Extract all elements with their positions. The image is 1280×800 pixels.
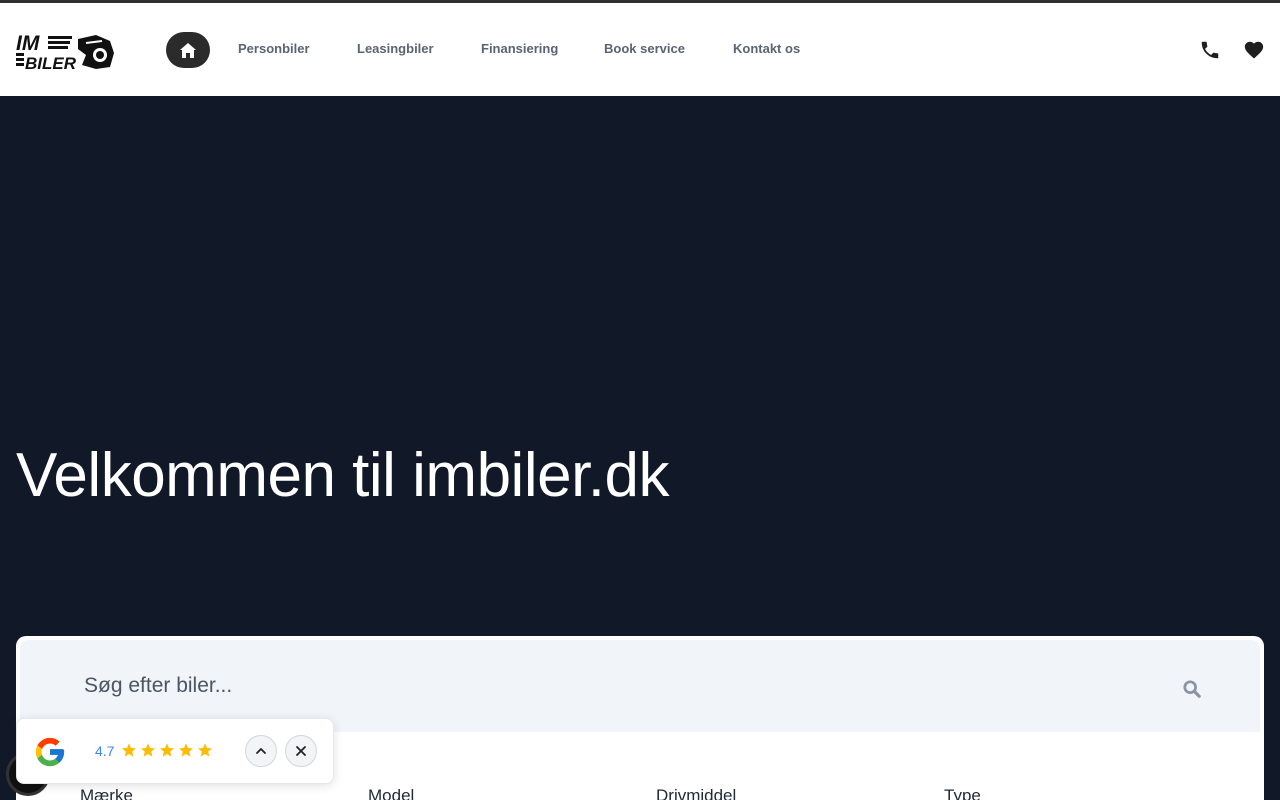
site-header: IM BILER Personbiler Leasingbiler Finans… [0,3,1280,96]
filter-maerke: Mærke [80,786,133,800]
heart-icon[interactable] [1243,39,1265,61]
chevron-up-icon [256,748,266,754]
star-icon [160,743,174,757]
star-icon [198,743,212,757]
imbiler-logo[interactable]: IM BILER [16,31,116,71]
star-icon [141,743,155,757]
search-input[interactable] [84,670,1164,702]
home-button[interactable] [166,32,210,68]
review-rating: 4.7 [95,743,115,759]
review-stars [121,742,213,758]
star-icon [122,743,136,757]
filter-drivmiddel: Drivmiddel [656,786,737,800]
home-icon [180,42,196,58]
nav-personbiler[interactable]: Personbiler [238,41,310,56]
star-icon [179,743,193,757]
phone-icon[interactable] [1199,39,1221,61]
google-review-widget[interactable]: 4.7 [16,718,334,784]
logo-text-top: IM [16,32,40,55]
nav-book-service[interactable]: Book service [604,41,685,56]
nav-finansiering[interactable]: Finansiering [481,41,558,56]
nav-kontakt-os[interactable]: Kontakt os [733,41,800,56]
filter-model: Model [368,786,415,800]
hero-title: Velkommen til imbiler.dk [16,441,670,510]
close-review-button[interactable] [285,735,317,767]
search-icon[interactable] [1183,680,1201,698]
logo-text-bottom: BILER [25,54,77,71]
filter-type: Type [944,786,981,800]
nav-leasingbiler[interactable]: Leasingbiler [357,41,434,56]
google-icon [35,737,65,767]
close-icon [296,746,306,756]
expand-review-button[interactable] [245,735,277,767]
